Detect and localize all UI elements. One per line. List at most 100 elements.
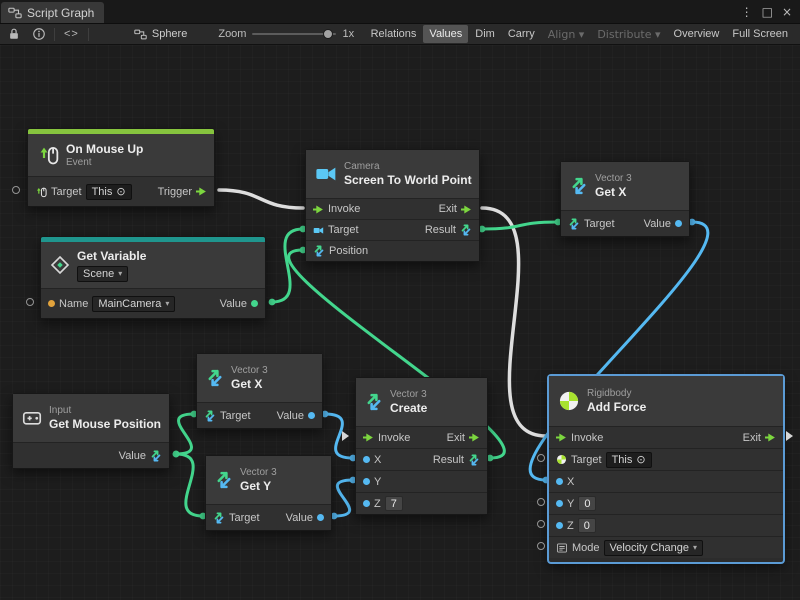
float-port-dot[interactable] (363, 478, 370, 485)
flow-arrow-icon[interactable] (556, 432, 567, 443)
toolbar-separator (88, 28, 89, 41)
vector3-port-icon[interactable] (568, 218, 580, 230)
graph-canvas[interactable]: On Mouse Up Event Target This ⊙ Trigger (0, 45, 800, 600)
camera-icon[interactable] (313, 225, 324, 236)
code-view-icon[interactable]: <> (60, 28, 83, 40)
window-controls: ⋮ □ × (741, 0, 800, 23)
node-category: Rigidbody (587, 388, 646, 399)
flow-arrow-icon[interactable] (196, 186, 207, 197)
flow-arrow-icon[interactable] (363, 432, 374, 443)
y-value-field[interactable]: 0 (578, 496, 596, 511)
enum-port-icon[interactable] (556, 542, 568, 554)
chevron-down-icon: ▾ (165, 299, 169, 308)
distribute-button[interactable]: Distribute ▾ (591, 25, 666, 44)
node-title: Add Force (587, 400, 646, 414)
float-port-dot[interactable] (556, 478, 563, 485)
float-port-dot[interactable] (363, 500, 370, 507)
unity-script-graph-window: Script Graph ⋮ □ × <> Sphere Zoom 1x Rel (0, 0, 800, 600)
dim-button[interactable]: Dim (469, 25, 501, 43)
camera-icon (315, 163, 337, 185)
port-label-invoke: Invoke (328, 203, 360, 215)
relations-button[interactable]: Relations (365, 25, 423, 43)
port-circle-empty[interactable] (537, 454, 545, 462)
wire-mouseup-trigger_to_camera-invoke[interactable] (219, 190, 303, 208)
zoom-slider[interactable] (252, 33, 336, 35)
port-circle-empty[interactable] (26, 298, 34, 306)
vector3-port-icon[interactable] (204, 410, 216, 422)
port-circle-empty[interactable] (537, 520, 545, 528)
z-value-field[interactable]: 0 (578, 518, 596, 533)
wire-endpoint-dot[interactable] (173, 451, 180, 458)
node-vector3-get-y[interactable]: Vector 3 Get Y Target Value (205, 455, 332, 531)
node-vector3-get-x-mid[interactable]: Vector 3 Get X Target Value (196, 353, 323, 429)
port-label-y: Y (374, 476, 381, 488)
port-label-exit: Exit (743, 432, 761, 444)
port-label-z: Z (374, 498, 381, 510)
node-title: Get X (595, 185, 632, 199)
port-circle-empty[interactable] (12, 186, 20, 194)
z-value-field[interactable]: 7 (385, 496, 403, 511)
float-port-dot[interactable] (556, 522, 563, 529)
flow-arrow-icon[interactable] (469, 432, 480, 443)
flow-arrow-icon[interactable] (461, 204, 472, 215)
graph-breadcrumb[interactable]: Sphere (134, 28, 187, 41)
wire-gety-value_to_create-y[interactable] (334, 480, 353, 516)
port-label-trigger: Trigger (158, 186, 192, 198)
tab-script-graph[interactable]: Script Graph (1, 2, 104, 23)
object-port-dot[interactable] (251, 300, 258, 307)
string-port-dot[interactable] (48, 300, 55, 307)
port-circle-empty[interactable] (537, 542, 545, 550)
this-target-chip[interactable]: This ⊙ (86, 184, 132, 200)
node-get-variable[interactable]: Get Variable Scene ▾ Name MainCamera ▾ V… (40, 236, 266, 319)
lock-icon[interactable] (4, 25, 24, 43)
node-on-mouse-up[interactable]: On Mouse Up Event Target This ⊙ Trigger (27, 128, 215, 207)
force-mode-dropdown[interactable]: Velocity Change ▾ (604, 540, 704, 556)
float-port-dot[interactable] (556, 500, 563, 507)
wire-endpoint-dot[interactable] (173, 451, 180, 458)
float-port-dot[interactable] (317, 514, 324, 521)
align-button[interactable]: Align ▾ (542, 25, 591, 44)
target-dot-icon: ⊙ (636, 453, 645, 466)
maximize-icon[interactable]: □ (762, 6, 773, 18)
vector3-port-icon[interactable] (313, 245, 325, 257)
node-add-force[interactable]: Rigidbody Add Force Invoke Exit Target T… (548, 375, 784, 563)
zoom-slider-knob[interactable] (323, 29, 333, 39)
wire-mouseposition-value_to_getx-target[interactable] (176, 414, 194, 454)
wire-camera-exit_to_addforce-invoke[interactable] (482, 208, 546, 436)
wire-mouseposition-value_to_gety-target[interactable] (176, 454, 203, 516)
port-circle-empty[interactable] (537, 498, 545, 506)
vector3-port-icon[interactable] (460, 224, 472, 236)
port-label-position: Position (329, 245, 368, 257)
flow-port-triangle[interactable] (342, 431, 349, 441)
float-port-dot[interactable] (308, 412, 315, 419)
rigidbody-icon[interactable] (556, 454, 567, 465)
node-screen-to-world-point[interactable]: Camera Screen To World Point Invoke Exit… (305, 149, 480, 262)
node-vector3-get-x-top[interactable]: Vector 3 Get X Target Value (560, 161, 690, 237)
this-target-chip[interactable]: This ⊙ (606, 452, 652, 468)
overview-button[interactable]: Overview (668, 25, 726, 43)
flow-arrow-icon[interactable] (313, 204, 324, 215)
float-port-dot[interactable] (675, 220, 682, 227)
carry-button[interactable]: Carry (502, 25, 541, 43)
wire-camera-result_to_getxtop-target[interactable] (482, 222, 558, 229)
port-label-target: Target (584, 218, 615, 230)
flow-arrow-icon[interactable] (765, 432, 776, 443)
variable-name-dropdown[interactable]: MainCamera ▾ (92, 296, 175, 312)
flow-port-triangle[interactable] (786, 431, 793, 441)
close-icon[interactable]: × (782, 6, 792, 18)
variable-scope-dropdown[interactable]: Scene ▾ (77, 266, 128, 282)
node-vector3-create[interactable]: Vector 3 Create Invoke Exit X Result (355, 377, 488, 515)
vector3-port-icon[interactable] (150, 450, 162, 462)
vector3-port-icon[interactable] (468, 454, 480, 466)
info-icon[interactable] (29, 25, 49, 43)
node-get-mouse-position[interactable]: Input Get Mouse Position Value (12, 393, 170, 469)
float-port-dot[interactable] (363, 456, 370, 463)
graph-toolbar: <> Sphere Zoom 1x Relations Values Dim C… (0, 23, 800, 45)
wire-getvariable-value_to_camera-target[interactable] (272, 229, 303, 302)
wire-endpoint-dot[interactable] (269, 299, 276, 306)
full-screen-button[interactable]: Full Screen (726, 25, 794, 43)
menu-kebab-icon[interactable]: ⋮ (741, 6, 753, 18)
values-button[interactable]: Values (423, 25, 468, 43)
vector3-port-icon[interactable] (213, 512, 225, 524)
port-label-value: Value (277, 410, 304, 422)
